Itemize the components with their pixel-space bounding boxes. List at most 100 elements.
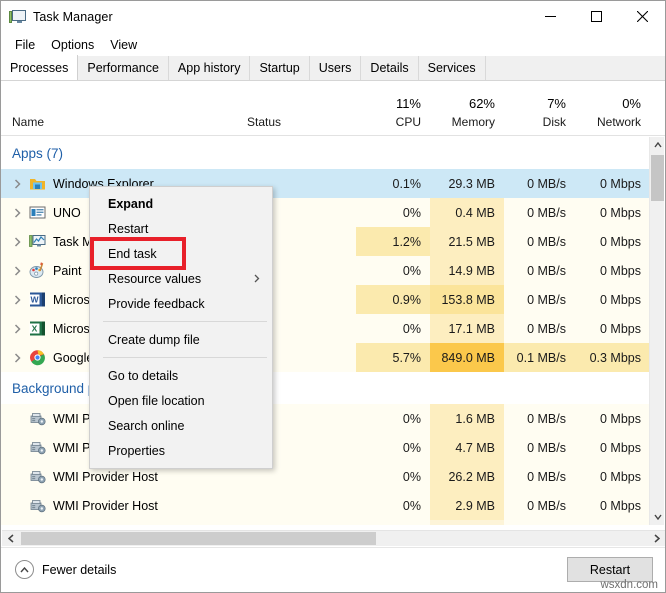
context-menu-item-resource-values[interactable]: Resource values bbox=[90, 266, 272, 291]
close-button[interactable] bbox=[619, 1, 665, 32]
maximize-button[interactable] bbox=[573, 1, 619, 32]
context-menu-item-label: Properties bbox=[108, 444, 165, 458]
service-icon bbox=[29, 439, 46, 456]
process-group-header[interactable]: Apps (7) bbox=[1, 137, 650, 169]
service-icon bbox=[29, 468, 46, 485]
expand-chevron-icon[interactable] bbox=[11, 177, 24, 190]
expand-chevron-icon[interactable] bbox=[11, 351, 24, 364]
process-cpu-value: 1.2% bbox=[356, 227, 430, 256]
process-network-value: 0 Mbps bbox=[575, 404, 650, 433]
context-menu-item-label: Open file location bbox=[108, 394, 205, 408]
column-label-memory: Memory bbox=[430, 115, 495, 129]
context-menu-item-restart[interactable]: Restart bbox=[90, 216, 272, 241]
expand-chevron-icon[interactable] bbox=[11, 322, 24, 335]
process-disk-value: 0 MB/s bbox=[504, 169, 575, 198]
horizontal-scrollbar[interactable] bbox=[2, 530, 665, 546]
context-menu-item-label: Restart bbox=[108, 222, 148, 236]
fewer-details-label: Fewer details bbox=[42, 563, 116, 577]
context-menu-item-provide-feedback[interactable]: Provide feedback bbox=[90, 291, 272, 316]
column-header-status[interactable]: Status bbox=[247, 115, 281, 129]
process-disk-value: 0 MB/s bbox=[504, 227, 575, 256]
context-menu-item-open-file-location[interactable]: Open file location bbox=[90, 388, 272, 413]
scroll-up-icon[interactable] bbox=[650, 137, 665, 153]
process-disk-value: 0 MB/s bbox=[504, 462, 575, 491]
scroll-down-icon[interactable] bbox=[650, 509, 665, 525]
process-row[interactable]: WMI Provider Host0%2.9 MB0 MB/s0 Mbps bbox=[1, 491, 650, 520]
column-header-name[interactable]: Name bbox=[12, 115, 44, 129]
word-icon: W bbox=[29, 291, 46, 308]
chrome-icon bbox=[29, 349, 46, 366]
process-memory-value: 14.9 MB bbox=[430, 256, 504, 285]
fewer-details-button[interactable]: Fewer details bbox=[15, 560, 116, 579]
context-menu[interactable]: Expand Restart End task Resource values Prov… bbox=[89, 186, 273, 469]
tab-services[interactable]: Services bbox=[419, 56, 486, 80]
process-memory-value: 153.8 MB bbox=[430, 285, 504, 314]
process-network-value: 0 Mbps bbox=[575, 314, 650, 343]
process-network-value: 0 Mbps bbox=[575, 256, 650, 285]
scroll-left-icon[interactable] bbox=[2, 531, 19, 546]
process-memory-value: 2.9 MB bbox=[430, 491, 504, 520]
process-cpu-value: 0% bbox=[356, 404, 430, 433]
context-menu-item-label: Resource values bbox=[108, 272, 201, 286]
context-menu-item-search-online[interactable]: Search online bbox=[90, 413, 272, 438]
horizontal-scrollbar-thumb[interactable] bbox=[21, 532, 376, 545]
tab-details[interactable]: Details bbox=[361, 56, 418, 80]
scroll-right-icon[interactable] bbox=[648, 531, 665, 546]
task-manager-icon bbox=[29, 233, 46, 250]
process-name: WMI Provider Host bbox=[53, 470, 158, 484]
process-cpu-value: 0.1% bbox=[356, 169, 430, 198]
context-menu-item-label: Go to details bbox=[108, 369, 178, 383]
tab-strip: Processes Performance App history Startu… bbox=[1, 56, 665, 81]
process-cpu-value: 0.9% bbox=[356, 285, 430, 314]
column-header-memory[interactable]: 62% Memory bbox=[430, 96, 504, 129]
process-disk-value: 0 MB/s bbox=[504, 198, 575, 227]
tab-users[interactable]: Users bbox=[310, 56, 362, 80]
expand-chevron-icon[interactable] bbox=[11, 264, 24, 277]
vertical-scrollbar-thumb[interactable] bbox=[651, 155, 664, 201]
tab-app-history[interactable]: App history bbox=[169, 56, 251, 80]
process-network-value: 0 Mbps bbox=[575, 198, 650, 227]
column-header-disk[interactable]: 7% Disk bbox=[504, 96, 575, 129]
process-cpu-value: 0% bbox=[356, 256, 430, 285]
submenu-chevron-icon bbox=[254, 272, 260, 286]
column-header-cpu[interactable]: 11% CPU bbox=[356, 96, 430, 129]
vertical-scrollbar[interactable] bbox=[649, 137, 664, 525]
process-network-value: 0 Mbps bbox=[575, 462, 650, 491]
expand-chevron-icon[interactable] bbox=[11, 293, 24, 306]
svg-text:W: W bbox=[30, 295, 39, 305]
context-menu-item-create-dump-file[interactable]: Create dump file bbox=[90, 327, 272, 352]
process-network-value: 0 Mbps bbox=[575, 433, 650, 462]
column-label-network: Network bbox=[575, 115, 641, 129]
process-disk-value: 0 MB/s bbox=[504, 491, 575, 520]
process-memory-value: 26.2 MB bbox=[430, 462, 504, 491]
process-memory-value: 29.3 MB bbox=[430, 169, 504, 198]
context-menu-item-end-task[interactable]: End task bbox=[90, 241, 272, 266]
process-disk-value: 0 MB/s bbox=[504, 285, 575, 314]
context-menu-item-label: Create dump file bbox=[108, 333, 200, 347]
process-name: Paint bbox=[53, 264, 82, 278]
expand-chevron-icon[interactable] bbox=[11, 206, 24, 219]
process-memory-value: 21.5 MB bbox=[430, 227, 504, 256]
row-indent-spacer bbox=[11, 499, 24, 512]
context-menu-item-go-to-details[interactable]: Go to details bbox=[90, 363, 272, 388]
memory-total-percent: 62% bbox=[430, 96, 495, 111]
column-label-status: Status bbox=[247, 115, 281, 129]
process-name: WMI Provider Host bbox=[53, 499, 158, 513]
tab-performance[interactable]: Performance bbox=[78, 56, 169, 80]
paint-icon bbox=[29, 262, 46, 279]
context-menu-item-properties[interactable]: Properties bbox=[90, 438, 272, 463]
task-manager-window: Task Manager File Options View Processes… bbox=[0, 0, 666, 593]
process-memory-value: 4.7 MB bbox=[430, 433, 504, 462]
context-menu-item-expand[interactable]: Expand bbox=[90, 191, 272, 216]
menu-options[interactable]: Options bbox=[43, 36, 102, 54]
expand-chevron-icon[interactable] bbox=[11, 235, 24, 248]
uno-app-icon bbox=[29, 204, 46, 221]
column-header-network[interactable]: 0% Network bbox=[575, 96, 650, 129]
menu-view[interactable]: View bbox=[102, 36, 145, 54]
menu-file[interactable]: File bbox=[7, 36, 43, 54]
tab-startup[interactable]: Startup bbox=[250, 56, 309, 80]
tab-processes[interactable]: Processes bbox=[1, 55, 78, 80]
minimize-button[interactable] bbox=[527, 1, 573, 32]
process-disk-value: 0 MB/s bbox=[504, 404, 575, 433]
process-group-label: Apps (7) bbox=[12, 146, 63, 161]
